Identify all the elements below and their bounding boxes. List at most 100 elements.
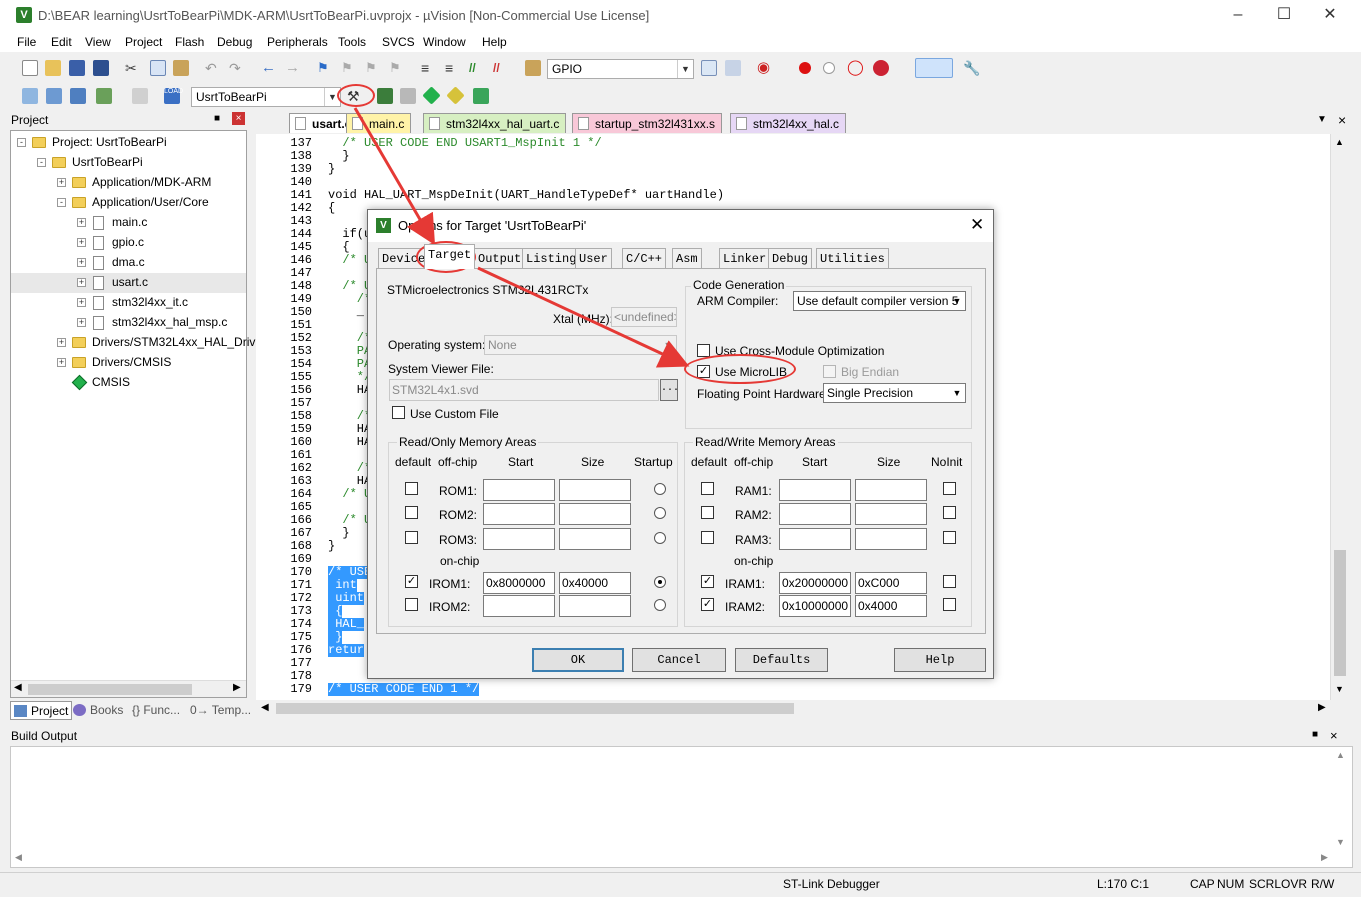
tab-books[interactable]: Books	[70, 701, 126, 720]
svd-input[interactable]: STM32L4x1.svd	[389, 379, 659, 401]
expand-icon[interactable]: +	[77, 318, 86, 327]
tree-item[interactable]: + stm32l4xx_hal_msp.c	[11, 313, 246, 333]
editor-vertical-scrollbar[interactable]: ▲ ▼	[1330, 134, 1348, 700]
start-address-input[interactable]: 0x8000000	[483, 572, 555, 594]
scroll-left-icon[interactable]: ◀	[14, 682, 22, 693]
cross-module-optimization-checkbox[interactable]	[697, 344, 710, 357]
start-address-input[interactable]	[483, 528, 555, 550]
indent-icon[interactable]: ≡	[421, 60, 437, 76]
code-line[interactable]: }	[328, 540, 335, 553]
target-combo[interactable]: UsrtToBearPi ▼	[191, 87, 341, 107]
size-input[interactable]	[855, 479, 927, 501]
expand-icon[interactable]: +	[77, 278, 86, 287]
clear-bookmarks-icon[interactable]: ⚑	[389, 60, 405, 76]
default-checkbox[interactable]: ✓	[701, 575, 714, 588]
noinit-checkbox[interactable]	[943, 506, 956, 519]
code-line[interactable]: {	[328, 202, 335, 215]
close-panel-icon[interactable]: ×	[1330, 728, 1338, 743]
rebuild-icon[interactable]	[70, 88, 86, 104]
size-input[interactable]	[855, 528, 927, 550]
download-icon[interactable]: LOAD	[164, 88, 183, 104]
start-address-input[interactable]	[483, 503, 555, 525]
prev-bookmark-icon[interactable]: ⚑	[341, 60, 357, 76]
debug-session-icon[interactable]: ◉	[757, 60, 773, 76]
manage-components-icon[interactable]	[377, 88, 393, 104]
menu-edit[interactable]: Edit	[51, 35, 72, 49]
scroll-left-icon[interactable]: ◀	[261, 702, 269, 713]
startup-radio[interactable]	[654, 483, 666, 495]
scroll-down-icon[interactable]: ▼	[1335, 684, 1344, 694]
code-line[interactable]: /* USER CODE END 1 */	[328, 683, 480, 696]
pin-icon[interactable]: ■	[1312, 729, 1318, 740]
noinit-checkbox[interactable]	[943, 531, 956, 544]
code-line[interactable]: _	[328, 306, 364, 319]
startup-radio[interactable]	[654, 599, 666, 611]
tab-asm[interactable]: Asm	[672, 248, 702, 268]
tab-debug[interactable]: Debug	[768, 248, 813, 268]
collapse-icon[interactable]: -	[17, 138, 26, 147]
xtal-input[interactable]: <undefined>	[611, 307, 677, 327]
svd-browse-button[interactable]: ...	[660, 379, 679, 401]
menu-svcs[interactable]: SVCS	[382, 35, 415, 49]
default-checkbox[interactable]	[701, 531, 714, 544]
build-icon[interactable]	[46, 88, 62, 104]
close-tab-icon[interactable]: ×	[1338, 112, 1346, 128]
size-input[interactable]	[855, 503, 927, 525]
start-address-input[interactable]	[779, 528, 851, 550]
tab-c-cpp[interactable]: C/C++	[622, 248, 667, 268]
tab-user[interactable]: User	[575, 248, 612, 268]
menu-view[interactable]: View	[85, 35, 111, 49]
file-extensions-icon[interactable]	[400, 88, 416, 104]
size-input[interactable]: 0x40000	[559, 572, 631, 594]
startup-radio[interactable]	[654, 576, 666, 588]
tree-item[interactable]: - UsrtToBearPi	[11, 153, 246, 173]
unindent-icon[interactable]: ≡	[445, 60, 461, 76]
startup-radio[interactable]	[654, 532, 666, 544]
close-window-button[interactable]: ✕	[1307, 0, 1353, 32]
startup-radio[interactable]	[654, 507, 666, 519]
expand-icon[interactable]: +	[57, 358, 66, 367]
undo-icon[interactable]: ↶	[205, 60, 221, 76]
find-icon[interactable]	[701, 60, 717, 76]
new-file-icon[interactable]	[22, 60, 38, 76]
tree-item[interactable]: + dma.c	[11, 253, 246, 273]
save-icon[interactable]	[69, 60, 85, 76]
paste-icon[interactable]	[173, 60, 189, 76]
menu-project[interactable]: Project	[125, 35, 162, 49]
incremental-find-icon[interactable]	[725, 60, 741, 76]
run-time-environment-icon[interactable]	[473, 88, 489, 104]
menu-debug[interactable]: Debug	[217, 35, 252, 49]
expand-icon[interactable]: +	[57, 178, 66, 187]
scroll-right-icon[interactable]: ▶	[233, 682, 241, 693]
menu-peripherals[interactable]: Peripherals	[267, 35, 328, 49]
default-checkbox[interactable]: ✓	[405, 575, 418, 588]
default-checkbox[interactable]	[405, 482, 418, 495]
tree-horizontal-scrollbar[interactable]: ◀ ▶	[11, 680, 246, 697]
code-line[interactable]: /* U	[328, 488, 371, 501]
code-line[interactable]: /* U	[328, 254, 371, 267]
tab-startup-s[interactable]: startup_stm32l431xx.s	[572, 113, 723, 133]
tab-functions[interactable]: {} Func...	[128, 701, 183, 720]
size-input[interactable]	[559, 595, 631, 617]
noinit-checkbox[interactable]	[943, 598, 956, 611]
build-output-pane[interactable]: ▲ ▼ ◀ ▶	[10, 746, 1353, 868]
start-address-input[interactable]	[483, 479, 555, 501]
default-checkbox[interactable]	[701, 506, 714, 519]
tree-item[interactable]: + Application/MDK-ARM	[11, 173, 246, 193]
expand-icon[interactable]: +	[77, 298, 86, 307]
configure-wrench-icon[interactable]: 🔧	[963, 60, 980, 76]
defaults-button[interactable]: Defaults	[735, 648, 828, 672]
arm-compiler-select[interactable]: Use default compiler version 5 ▼	[793, 291, 966, 311]
scroll-up-icon[interactable]: ▲	[1335, 137, 1344, 147]
expand-icon[interactable]: +	[77, 258, 86, 267]
noinit-checkbox[interactable]	[943, 575, 956, 588]
collapse-icon[interactable]: -	[37, 158, 46, 167]
tree-item[interactable]: + main.c	[11, 213, 246, 233]
start-address-input[interactable]: 0x20000000	[779, 572, 851, 594]
cancel-button[interactable]: Cancel	[632, 648, 726, 672]
start-address-input[interactable]	[779, 503, 851, 525]
code-line[interactable]: }	[328, 163, 335, 176]
batch-build-icon[interactable]	[96, 88, 112, 104]
chevron-down-icon[interactable]: ▼	[677, 60, 693, 78]
maximize-button[interactable]: ☐	[1261, 0, 1307, 32]
